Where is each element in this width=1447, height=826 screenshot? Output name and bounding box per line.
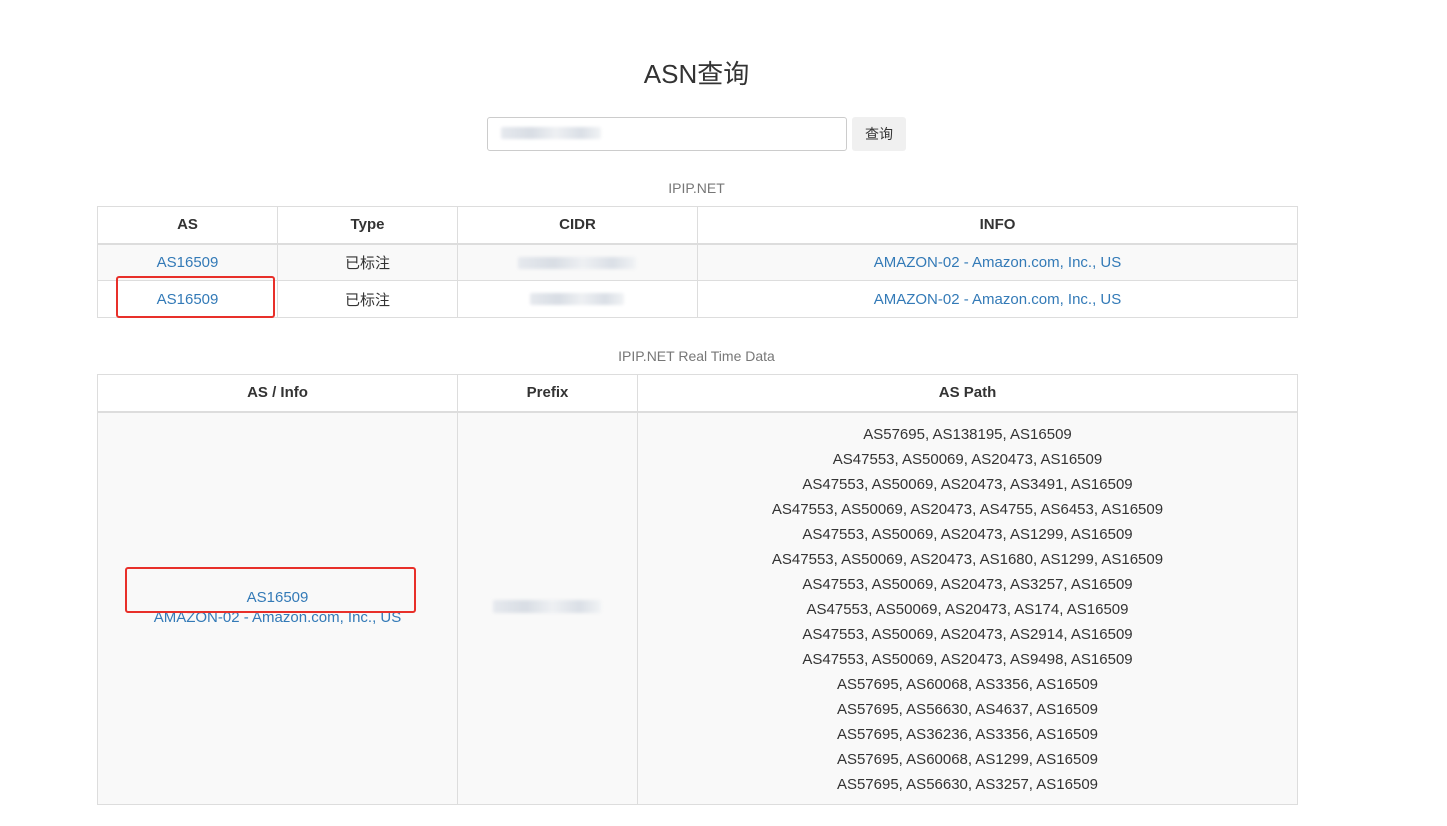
cidr-cell [457,280,698,318]
as-link[interactable]: AS16509 [157,254,219,271]
info-link[interactable]: AMAZON-02 - Amazon.com, Inc., US [874,254,1122,271]
redacted-query-blur [501,127,601,139]
redacted-cidr-blur [518,256,636,269]
info-link[interactable]: AMAZON-02 - Amazon.com, Inc., US [874,291,1122,308]
as-path-item: AS57695, AS36236, AS3356, AS16509 [836,725,1099,743]
as-path-item: AS57695, AS60068, AS3356, AS16509 [836,675,1099,693]
redacted-prefix-blur [493,599,601,613]
as-path-item: AS47553, AS50069, AS20473, AS2914, AS165… [802,625,1133,643]
search-button[interactable]: 查询 [852,117,906,151]
ipip-table-caption: IPIP.NET [668,180,725,196]
as-path-item: AS47553, AS50069, AS20473, AS9498, AS165… [802,650,1133,668]
column-header-type: Type [277,206,458,245]
as-path-item: AS47553, AS50069, AS20473, AS1680, AS129… [771,550,1164,568]
column-header-as: AS [97,206,278,245]
realtime-table-header-row: AS / Info Prefix AS Path [97,374,1298,413]
column-header-as-info: AS / Info [97,374,458,413]
as-info-cell: AS16509 AMAZON-02 - Amazon.com, Inc., US [97,411,458,805]
as-link[interactable]: AS16509 [157,291,219,308]
table-row: AS16509 已标注 AMAZON-02 - Amazon.com, Inc.… [97,276,1298,318]
page-title: ASN查询 [643,59,750,89]
as-path-item: AS47553, AS50069, AS20473, AS174, AS1650… [806,600,1129,618]
realtime-table-caption: IPIP.NET Real Time Data [618,348,775,364]
column-header-info: INFO [697,206,1298,245]
as-path-item: AS57695, AS60068, AS1299, AS16509 [836,750,1099,768]
as-path-item: AS57695, AS56630, AS4637, AS16509 [836,700,1099,718]
as-path-item: AS57695, AS56630, AS3257, AS16509 [836,775,1099,793]
column-header-as-path: AS Path [637,374,1298,413]
as-path-list: AS57695, AS138195, AS16509 AS47553, AS50… [644,413,1291,804]
as-path-item: AS57695, AS138195, AS16509 [863,425,1072,443]
as-link[interactable]: AS16509 [104,588,451,608]
realtime-table: AS / Info Prefix AS Path AS16509 AMAZON-… [97,374,1298,805]
as-path-item: AS47553, AS50069, AS20473, AS1299, AS165… [802,525,1133,543]
prefix-cell [457,411,638,805]
as-path-item: AS47553, AS50069, AS20473, AS4755, AS645… [771,500,1164,518]
redacted-cidr-blur [530,293,624,305]
table-row: AS16509 AMAZON-02 - Amazon.com, Inc., US… [97,411,1298,805]
as-path-item: AS47553, AS50069, AS20473, AS16509 [832,450,1103,468]
cidr-cell [457,243,698,281]
info-link[interactable]: AMAZON-02 - Amazon.com, Inc., US [104,608,451,628]
as-path-item: AS47553, AS50069, AS20473, AS3491, AS165… [802,475,1133,493]
column-header-cidr: CIDR [457,206,698,245]
ipip-table-header-row: AS Type CIDR INFO [97,206,1298,245]
column-header-prefix: Prefix [457,374,638,413]
as-path-cell: AS57695, AS138195, AS16509 AS47553, AS50… [637,411,1298,805]
table-row: AS16509 已标注 AMAZON-02 - Amazon.com, Inc.… [97,243,1298,281]
ipip-table: AS Type CIDR INFO AS16509 已标注 AMAZON-02 … [97,206,1298,318]
type-cell: 已标注 [277,243,458,281]
as-path-item: AS47553, AS50069, AS20473, AS3257, AS165… [802,575,1133,593]
type-cell: 已标注 [277,280,458,318]
